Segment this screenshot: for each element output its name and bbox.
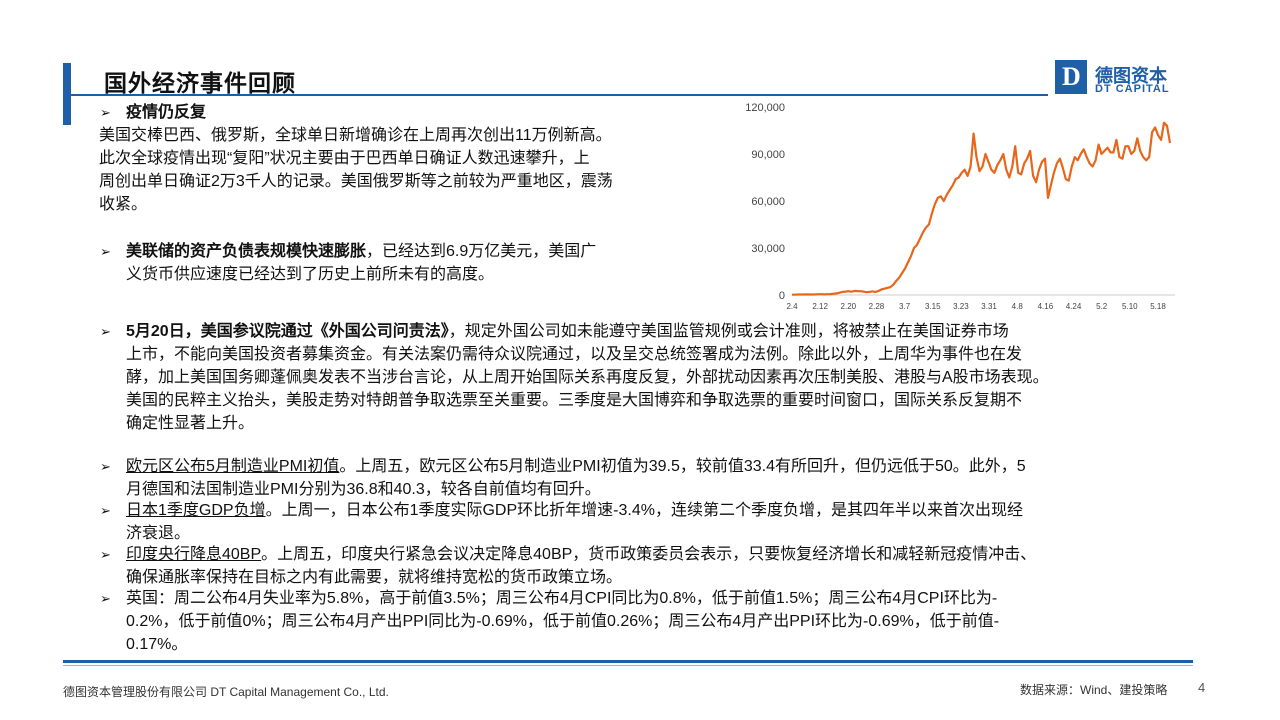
paragraph-line: 周创出单日确证2万3千人的记录。美国俄罗斯等之前较为严重地区，震荡: [99, 173, 613, 190]
paragraph-line: 此次全球疫情出现“复阳”状况主要由于巴西单日确证人数迅速攀升，上: [99, 150, 590, 167]
paragraph-line: 酵，加上美国国务卿蓬佩奥发表不当涉台言论，从上周开始国际关系再度反复，外部扰动因…: [126, 369, 1049, 386]
paragraph-line: 美国交棒巴西、俄罗斯，全球单日新增确诊在上周再次创出11万例新高。: [99, 127, 612, 144]
bullet-icon: ➢: [100, 503, 111, 518]
bullet-icon: ➢: [100, 459, 111, 474]
logo-text-en: DT CAPITAL: [1095, 83, 1170, 95]
item-heading: 印度央行降息40BP: [126, 546, 262, 563]
list-item: 印度央行降息40BP。上周五，印度央行紧急会议决定降息40BP，货币政策委员会表…: [126, 544, 1036, 566]
y-tick-label: 30,000: [751, 243, 785, 255]
x-tick-label: 3.23: [953, 302, 969, 311]
section-heading: 美联储的资产负债表规模快速膨胀: [126, 243, 367, 260]
footer-company: 德图资本管理股份有限公司 DT Capital Management Co., …: [63, 685, 389, 699]
bullet-icon: ➢: [100, 324, 111, 339]
logo-letter: D: [1062, 62, 1081, 91]
footer-source: 数据来源：Wind、建投策略: [1020, 683, 1168, 697]
x-tick-label: 5.10: [1122, 302, 1138, 311]
paragraph-line: 月德国和法国制造业PMI分别为36.8和40.3，较各自前值均有回升。: [126, 481, 601, 498]
item-text: 英国：周二公布4月失业率为5.8%，高于前值3.5%；周三公布4月CPI同比为0…: [126, 590, 998, 607]
x-tick-label: 4.24: [1066, 302, 1082, 311]
x-tick-label: 2.28: [869, 302, 885, 311]
list-item: 英国：周二公布4月失业率为5.8%，高于前值3.5%；周三公布4月CPI同比为0…: [126, 588, 997, 610]
item-heading: 欧元区公布5月制造业PMI初值: [126, 458, 340, 475]
x-tick-label: 4.16: [1038, 302, 1054, 311]
x-tick-label: 2.20: [841, 302, 857, 311]
list-item: 欧元区公布5月制造业PMI初值。上周五，欧元区公布5月制造业PMI初值为39.5…: [126, 456, 1026, 478]
paragraph-line: 美联储的资产负债表规模快速膨胀，已经达到6.9万亿美元，美国广: [126, 241, 596, 263]
x-tick-label: 4.8: [1012, 302, 1024, 311]
company-logo: D 德图资本 DT CAPITAL: [1055, 60, 1190, 100]
item-text: 。上周五，欧元区公布5月制造业PMI初值为39.5，较前值33.4有所回升，但仍…: [339, 458, 1026, 475]
item-heading: 日本1季度GDP负增: [126, 502, 266, 519]
footer-divider: [63, 660, 1193, 663]
series-line: [792, 121, 1172, 296]
paragraph-line: 义货币供应速度已经达到了历史上前所未有的高度。: [126, 266, 495, 283]
bullet-icon: ➢: [100, 244, 111, 259]
paragraph-line: 0.17%。: [126, 636, 188, 653]
list-item: 日本1季度GDP负增。上周一，日本公布1季度实际GDP环比折年增速-3.4%，连…: [126, 500, 1023, 522]
logo-mark: D: [1055, 60, 1087, 94]
paragraph-line: 收紧。: [99, 196, 148, 213]
x-tick-label: 3.7: [899, 302, 911, 311]
y-tick-label: 60,000: [751, 196, 785, 208]
x-tick-label: 2.4: [786, 302, 798, 311]
item-text: 。上周五，印度央行紧急会议决定降息40BP，货币政策委员会表示，只要恢复经济增长…: [261, 546, 1037, 563]
covid-cases-line-chart: 0 30,000 60,000 90,000 120,000 2.4 2.12 2.20 2.…: [745, 102, 1175, 311]
y-tick-label: 90,000: [751, 149, 785, 161]
paragraph-text: ，规定外国公司如未能遵守美国监管规例或会计准则，将被禁止在美国证券市场: [448, 323, 1009, 340]
footer-divider-thin: [63, 665, 1193, 666]
x-tick-label: 2.12: [812, 302, 828, 311]
page-title: 国外经济事件回顾: [104, 70, 296, 96]
item-text: 。上周一，日本公布1季度实际GDP环比折年增速-3.4%，连续第二个季度负增，是…: [265, 502, 1023, 519]
x-tick-label: 5.18: [1150, 302, 1166, 311]
paragraph-line: 5月20日，美国参议院通过《外国公司问责法》，规定外国公司如未能遵守美国监管规例…: [126, 321, 1009, 343]
paragraph-text: ，已经达到6.9万亿美元，美国广: [366, 243, 597, 260]
x-tick-label: 5.2: [1096, 302, 1108, 311]
page-number: 4: [1198, 680, 1206, 695]
paragraph-line: 济衰退。: [126, 525, 191, 542]
paragraph-line: 确保通胀率保持在目标之内有此需要，就将维持宽松的货币政策立场。: [126, 569, 623, 586]
paragraph-line: 上市，不能向美国投资者募集资金。有关法案仍需待众议院通过，以及呈交总统签署成为法…: [126, 346, 1023, 363]
y-tick-label: 0: [779, 290, 785, 302]
section-heading: 疫情仍反复: [126, 104, 207, 121]
paragraph-line: 0.2%，低于前值0%；周三公布4月产出PPI同比为-0.69%，低于前值0.2…: [126, 613, 1000, 630]
x-tick-label: 3.31: [981, 302, 997, 311]
x-tick-label: 3.15: [925, 302, 941, 311]
bullet-icon: ➢: [100, 547, 111, 562]
bullet-icon: ➢: [100, 105, 111, 120]
paragraph-line: 确定性显著上升。: [126, 415, 255, 432]
bullet-icon: ➢: [100, 591, 111, 606]
paragraph-line: 美国的民粹主义抬头，美股走势对特朗普争取选票至关重要。三季度是大国博弈和争取选票…: [126, 392, 1023, 409]
y-tick-label: 120,000: [745, 102, 785, 114]
section-heading: 5月20日，美国参议院通过《外国公司问责法》: [126, 323, 449, 340]
